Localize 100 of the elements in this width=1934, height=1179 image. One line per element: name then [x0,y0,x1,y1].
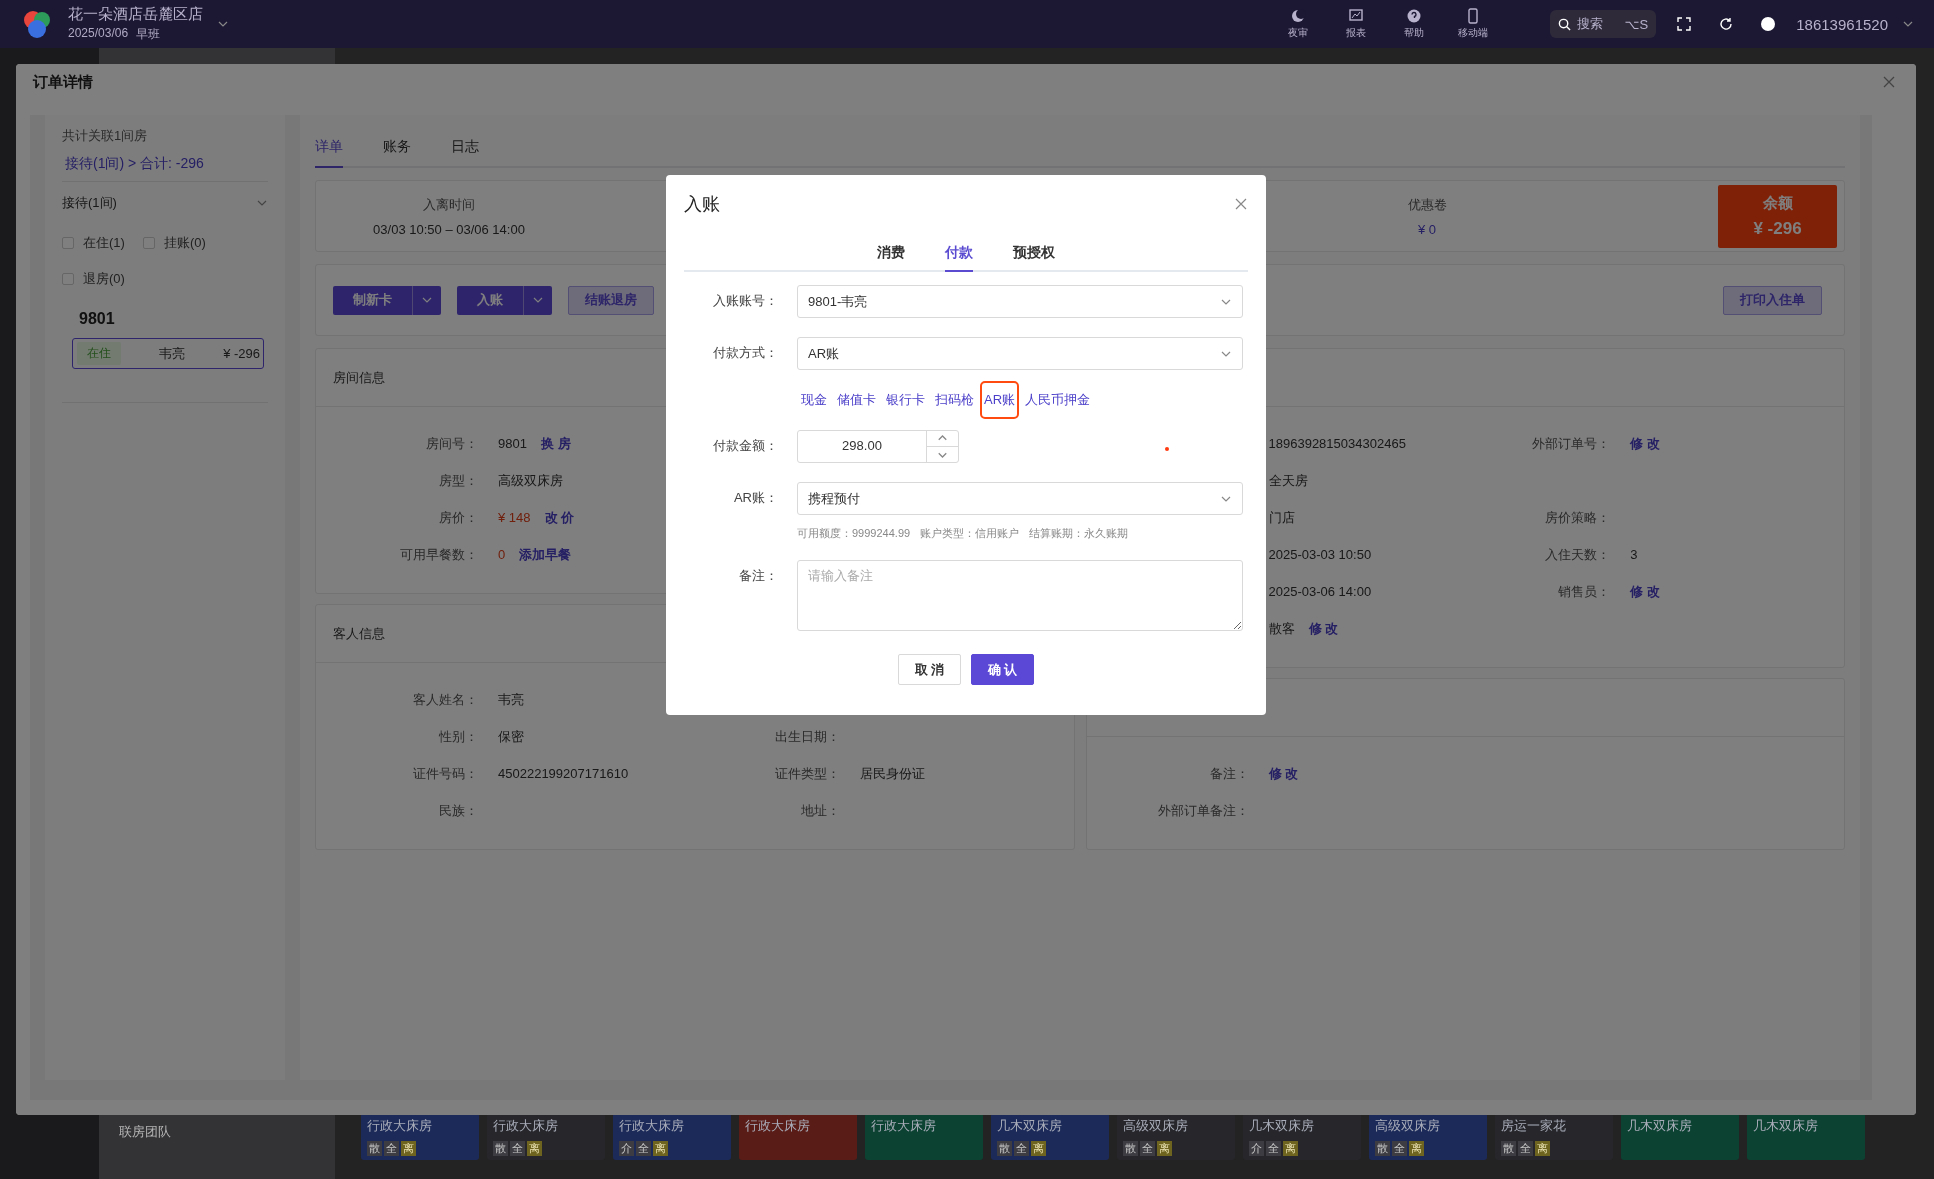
room-tile[interactable]: 行政大床房 [739,1113,857,1160]
avatar-icon[interactable] [1760,16,1777,32]
edit-link[interactable]: 换 房 [540,433,571,454]
room-tile[interactable]: 几木双床房 散 全 离 [991,1113,1109,1160]
room-tile[interactable]: 房运一家花 散 全 离 [1495,1113,1613,1160]
tab[interactable]: 预授权 [1013,237,1055,272]
field-value: 9801 [498,435,527,453]
refresh-icon[interactable] [1718,16,1735,32]
field-label: 客人姓名： [413,692,478,707]
field-label: 销售员： [1558,584,1611,599]
field-label: 性别： [439,729,478,744]
field-label: 出生日期： [774,729,840,744]
status-tag: 全 [384,1141,399,1156]
payment-option[interactable]: 现金 [797,381,831,419]
expand-icon[interactable] [1676,16,1693,32]
summary-label: 入离时间 [423,195,475,214]
field-value: 1896392815034302465 [1268,435,1406,453]
field-label: AR账： [732,489,778,507]
edit-link[interactable]: 修 改 [1630,581,1660,602]
room-tile[interactable]: 高级双床房 散 全 离 [1117,1113,1235,1160]
checkbox-label[interactable]: 挂账(0) [163,234,206,252]
status-tag: 散 [493,1141,508,1156]
edit-link[interactable]: 修 改 [1630,433,1660,454]
total-link[interactable]: 接待(1间) > 合计: -296 [62,155,268,182]
field-label: 房间号： [426,436,478,451]
checkbox[interactable] [62,273,74,285]
help-icon [1406,8,1423,24]
room-tile[interactable]: 行政大床房 [865,1113,983,1160]
close-icon[interactable] [1234,197,1248,211]
search-field[interactable]: 搜索 ⌥S [1550,10,1657,38]
status-tag: 离 [653,1141,668,1156]
number-field[interactable]: 298.00 [797,430,959,463]
status-tag: 散 [997,1141,1012,1156]
select-field[interactable]: 9801-韦亮 [797,285,1243,318]
tool-label[interactable]: 帮助 [1404,26,1425,40]
tab[interactable]: 日志 [451,132,479,168]
room-tile[interactable]: 行政大床房 散 全 离 [487,1113,605,1160]
chart-icon [1348,8,1365,24]
moon-icon [1290,8,1307,24]
cancel-button[interactable]: 取 消 [898,654,961,685]
tab[interactable]: 账务 [383,132,411,168]
status-tag: 散 [1123,1141,1138,1156]
field-label: 付款金额： [712,437,778,455]
hint-text: 账户类型：信用账户 [920,526,1020,541]
checkbox-label[interactable]: 在住(1) [83,234,125,252]
field-value: 2025-03-03 10:50 [1268,546,1372,564]
checkbox-label[interactable]: 退房(0) [83,270,125,288]
status-tag: 全 [1392,1141,1407,1156]
field-value: 高级双床房 [498,472,563,490]
summary-value: 03/03 10:50 – 03/06 14:00 [373,221,525,237]
status-tag: 全 [1266,1141,1281,1156]
close-icon[interactable] [1882,75,1896,89]
select-field[interactable]: 携程预付 [797,482,1243,515]
edit-link[interactable]: 添加早餐 [519,544,572,565]
field-label: 付款方式： [712,344,778,362]
field-label: 备注： [1209,766,1249,781]
drawer-title: 订单详情 [33,72,94,92]
field-label: 证件类型： [774,766,840,781]
card-title: 客人信息 [333,624,385,643]
field-value: 3 [1630,546,1638,564]
payment-option[interactable]: 储值卡 [833,381,880,419]
field-value: 全天房 [1268,472,1308,490]
room-tile[interactable]: 行政大床房 介 全 离 [613,1113,731,1160]
tool-label[interactable]: 夜审 [1288,26,1309,40]
room-tile[interactable]: 几木双床房 [1747,1113,1865,1160]
guest-card[interactable]: 在住 韦亮 ¥ -296 [72,338,264,369]
room-tile[interactable]: 几木双床房 [1621,1113,1739,1160]
store-name[interactable]: 花一朵酒店岳麓区店 [68,5,203,24]
status-tag: 介 [1249,1141,1264,1156]
tab[interactable]: 付款 [945,237,973,272]
payment-option[interactable]: 扫码枪 [931,381,978,419]
field-value: 居民身份证 [859,765,925,783]
field-label: 房型： [439,473,478,488]
room-number: 9801 [79,310,116,328]
field-value: 0 [498,546,506,564]
edit-link[interactable]: 改 价 [544,507,575,528]
room-tile[interactable]: 几木双床房 介 全 离 [1243,1113,1361,1160]
payment-option[interactable]: 银行卡 [882,381,929,419]
guest-name: 韦亮 [159,344,186,363]
sidebar-item[interactable]: 联房团队 [119,1123,335,1141]
summary-label: 优惠卷 [1407,195,1447,214]
tool-label[interactable]: 移动端 [1458,26,1489,40]
confirm-button[interactable]: 确 认 [971,654,1034,685]
remark-field[interactable]: 请输入备注 [797,560,1243,631]
user-name[interactable]: 18613961520 [1796,15,1888,33]
group-title[interactable]: 接待(1间) [62,194,117,212]
status-tag: 全 [1140,1141,1155,1156]
room-tile[interactable]: 高级双床房 散 全 离 [1369,1113,1487,1160]
checkbox[interactable] [62,237,74,249]
tool-label[interactable]: 报表 [1346,26,1367,40]
tab[interactable]: 消费 [877,237,905,272]
payment-option[interactable]: AR账 [980,381,1020,419]
checkbox[interactable] [142,237,155,249]
edit-link[interactable]: 修 改 [1308,618,1339,639]
select-field[interactable]: AR账 [797,337,1243,370]
field-label: 民族： [439,803,478,818]
room-tile[interactable]: 行政大床房 散 全 离 [361,1113,479,1160]
guest-amount: ¥ -296 [223,346,260,361]
edit-link[interactable]: 修 改 [1268,763,1299,784]
payment-option[interactable]: 人民币押金 [1021,381,1095,419]
